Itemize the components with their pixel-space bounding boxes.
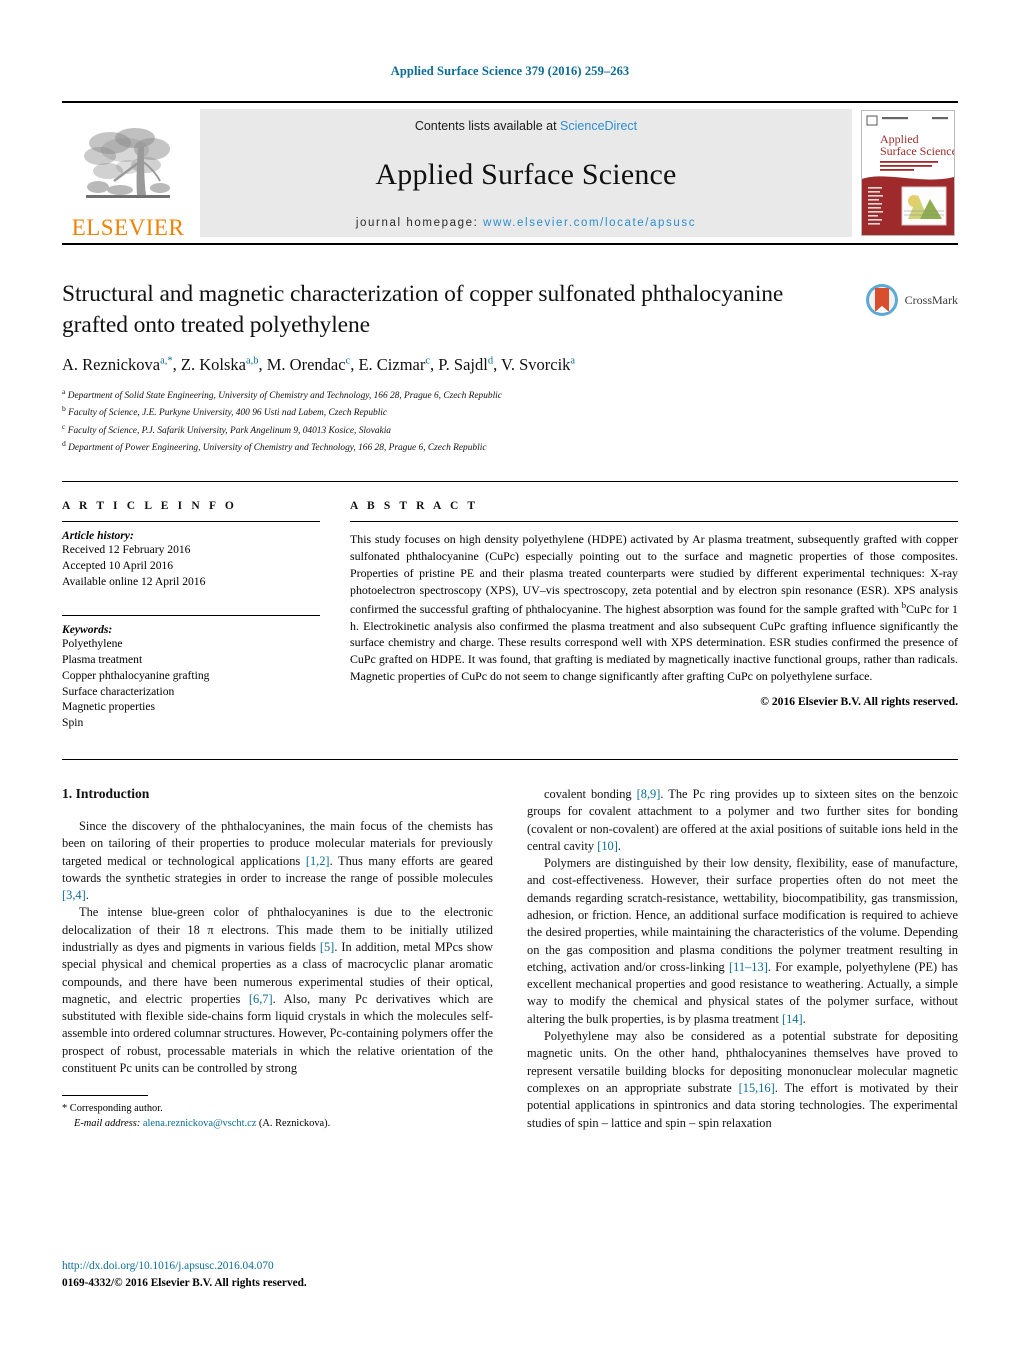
abstract-column: A B S T R A C T This study focuses on hi… <box>350 500 958 731</box>
article-info-rule <box>62 521 320 523</box>
journal-band: Contents lists available at ScienceDirec… <box>200 109 852 237</box>
article-info-column: A R T I C L E I N F O Article history: R… <box>62 500 350 731</box>
keyword-item: Spin <box>62 716 84 730</box>
sciencedirect-link[interactable]: ScienceDirect <box>560 119 637 133</box>
keyword-item: Copper phthalocyanine grafting <box>62 668 210 682</box>
affiliation-c: c Faculty of Science, P.J. Safarik Unive… <box>62 421 391 436</box>
footnote-text: * Corresponding author. E-mail address: … <box>62 1102 493 1132</box>
elsevier-logo: ELSEVIER <box>62 103 194 243</box>
cover-artwork-icon: Applied Surface Science <box>862 111 954 235</box>
email-line: E-mail address: alena.reznickova@vscht.c… <box>62 1117 493 1132</box>
keyword-item: Magnetic properties <box>62 700 156 714</box>
article-history-item: Available online 12 April 2016 <box>62 574 206 588</box>
body-paragraph: covalent bonding [8,9]. The Pc ring prov… <box>527 786 958 853</box>
email-link[interactable]: alena.reznickova@vscht.cz <box>143 1118 256 1129</box>
info-abstract-section: A R T I C L E I N F O Article history: R… <box>62 500 958 731</box>
body-paragraph: Since the discovery of the phthalocyanin… <box>62 818 493 903</box>
body-divider <box>62 758 958 760</box>
abstract-copyright: © 2016 Elsevier B.V. All rights reserved… <box>760 695 958 709</box>
info-divider <box>62 481 958 483</box>
corresponding-author-footnote: * Corresponding author. E-mail address: … <box>62 1095 493 1132</box>
article-history-title: Article history: <box>62 529 134 543</box>
contents-available-line: Contents lists available at ScienceDirec… <box>415 119 637 133</box>
left-column-paragraphs: Since the discovery of the phthalocyanin… <box>62 818 493 1077</box>
author-list: A. Reznickovaa,*, Z. Kolskaa,b, M. Orend… <box>62 355 576 375</box>
doi-link[interactable]: http://dx.doi.org/10.1016/j.apsusc.2016.… <box>62 1258 307 1274</box>
elsevier-wordmark: ELSEVIER <box>71 215 185 240</box>
email-suffix: (A. Reznickova). <box>258 1118 331 1130</box>
keywords-title: Keywords: <box>62 623 113 637</box>
article-info-heading: A R T I C L E I N F O <box>62 500 237 513</box>
affiliation-a: a Department of Solid State Engineering,… <box>62 387 502 402</box>
affiliation-list: a Department of Solid State Engineering,… <box>62 386 828 455</box>
journal-title: Applied Surface Science <box>375 158 677 191</box>
contents-prefix: Contents lists available at <box>414 119 561 133</box>
article-history-item: Received 12 February 2016 <box>62 543 191 557</box>
footnote-rule <box>62 1095 148 1097</box>
crossmark-icon <box>865 284 898 316</box>
keywords-rule <box>62 615 320 617</box>
crossmark-column: CrossMark <box>838 279 958 317</box>
page-footer: http://dx.doi.org/10.1016/j.apsusc.2016.… <box>62 1258 307 1291</box>
page-title: Structural and magnetic characterization… <box>62 281 784 338</box>
article-history-item: Accepted 10 April 2016 <box>62 558 174 572</box>
title-area: Structural and magnetic characterization… <box>62 279 958 455</box>
section-title-introduction: 1. Introduction <box>62 785 150 801</box>
journal-homepage-line: journal homepage: www.elsevier.com/locat… <box>356 217 696 229</box>
left-column: 1. Introduction Since the discovery of t… <box>62 786 493 1132</box>
abstract-heading: A B S T R A C T <box>350 500 479 513</box>
affiliation-b: b Faculty of Science, J.E. Purkyne Unive… <box>62 404 388 419</box>
crossmark-label: CrossMark <box>904 292 958 307</box>
abstract-text: This study focuses on high density polye… <box>350 532 958 684</box>
keywords-list: Polyethylene Plasma treatment Copper phtha… <box>62 636 320 731</box>
email-label: E-mail address: <box>74 1118 141 1130</box>
right-column: covalent bonding [8,9]. The Pc ring prov… <box>527 786 958 1132</box>
body-paragraph: The intense blue-green color of phthaloc… <box>62 905 493 1076</box>
body-columns: 1. Introduction Since the discovery of t… <box>62 786 958 1132</box>
keywords-block: Keywords: Polyethylene Plasma treatment Co… <box>62 615 320 731</box>
abstract-rule <box>350 521 958 523</box>
journal-cover-block: Applied Surface Science <box>858 103 958 243</box>
homepage-prefix: journal homepage: <box>355 217 484 229</box>
body-paragraph: Polyethylene may also be considered as a… <box>527 1029 958 1130</box>
keyword-item: Plasma treatment <box>62 653 143 667</box>
crossmark-badge[interactable]: CrossMark <box>865 283 958 317</box>
svg-text:Surface Science: Surface Science <box>880 144 954 158</box>
title-column: Structural and magnetic characterization… <box>62 279 838 455</box>
running-head: Applied Surface Science 379 (2016) 259–2… <box>390 64 630 78</box>
right-column-paragraphs: covalent bonding [8,9]. The Pc ring prov… <box>527 786 958 1132</box>
corresponding-author-line: * Corresponding author. <box>62 1103 163 1115</box>
journal-cover-thumbnail: Applied Surface Science <box>861 110 955 236</box>
elsevier-tree-icon <box>84 128 170 198</box>
article-history-list: Received 12 February 2016 Accepted 10 Apr… <box>62 542 320 589</box>
issn-copyright-line: 0169-4332/© 2016 Elsevier B.V. All right… <box>62 1276 307 1289</box>
affiliation-d: d Department of Power Engineering, Unive… <box>62 438 487 453</box>
journal-masthead: ELSEVIER Contents lists available at Sci… <box>62 101 958 245</box>
keyword-item: Polyethylene <box>62 637 123 651</box>
article-page: Applied Surface Science 379 (2016) 259–2… <box>0 0 1020 1351</box>
body-paragraph: Polymers are distinguished by their low … <box>527 856 959 1026</box>
journal-homepage-link[interactable]: www.elsevier.com/locate/apsusc <box>483 217 696 229</box>
keyword-item: Surface characterization <box>62 684 175 698</box>
